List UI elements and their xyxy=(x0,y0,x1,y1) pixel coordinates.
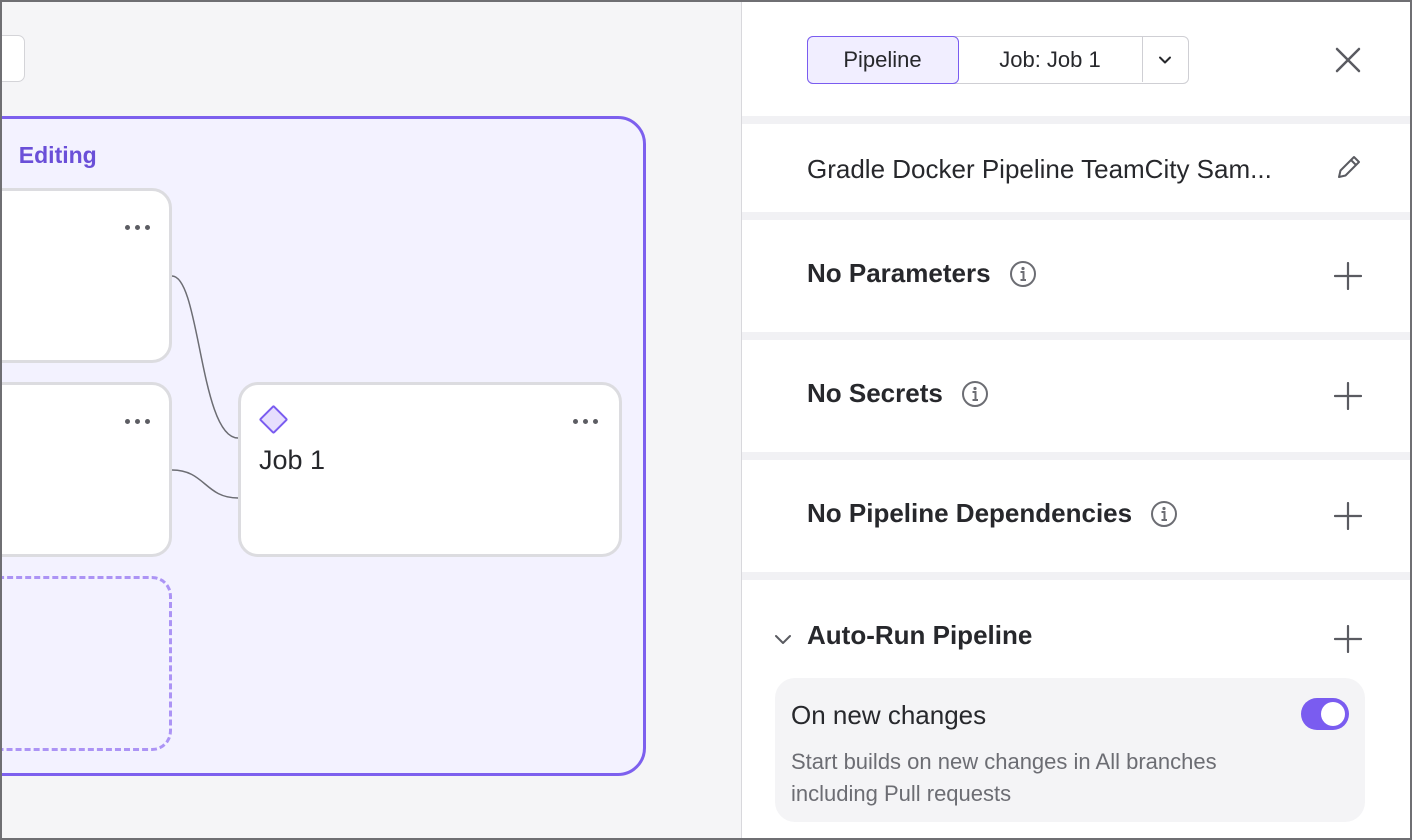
job-card[interactable] xyxy=(0,188,172,363)
close-icon[interactable] xyxy=(1334,46,1362,74)
dependencies-label: No Pipeline Dependencies xyxy=(807,498,1133,528)
add-dependency-icon[interactable] xyxy=(1334,502,1362,530)
info-icon[interactable] xyxy=(1150,500,1178,528)
panel-tabs: Pipeline Job: Job 1 xyxy=(806,35,1189,84)
tab-job[interactable]: Job: Job 1 xyxy=(959,37,1143,82)
job-diamond-icon xyxy=(258,404,289,435)
trigger-title: On new changes xyxy=(791,700,987,730)
job-card-job1[interactable]: Job 1 xyxy=(238,382,622,557)
toggle-knob xyxy=(1321,702,1345,726)
info-icon[interactable] xyxy=(1009,260,1037,288)
add-job-placeholder[interactable] xyxy=(0,576,172,751)
dependencies-title: No Pipeline Dependencies xyxy=(807,498,1178,529)
pipeline-canvas: sEditing Job 1 xyxy=(0,0,741,840)
chevron-down-icon xyxy=(1159,56,1171,63)
secrets-label: No Secrets xyxy=(807,378,943,408)
secrets-title: No Secrets xyxy=(807,378,989,409)
chevron-down-icon[interactable] xyxy=(772,628,794,650)
pipeline-name-section: Gradle Docker Pipeline TeamCity Sam... xyxy=(742,124,1412,212)
tab-pipeline[interactable]: Pipeline xyxy=(806,35,959,84)
auto-run-section: Auto-Run Pipeline On new changes Start b… xyxy=(742,580,1412,840)
pencil-icon[interactable] xyxy=(1334,152,1364,182)
properties-panel: Pipeline Job: Job 1 Gradle Docker Pipeli… xyxy=(741,0,1412,840)
trigger-toggle[interactable] xyxy=(1301,698,1349,730)
add-secret-icon[interactable] xyxy=(1334,382,1362,410)
auto-run-title: Auto-Run Pipeline xyxy=(807,620,1033,650)
trigger-description: Start builds on new changes in All branc… xyxy=(791,749,1217,806)
job-card[interactable] xyxy=(0,382,172,557)
parameters-section: No Parameters xyxy=(742,220,1412,332)
more-icon[interactable] xyxy=(125,419,150,424)
add-parameter-icon[interactable] xyxy=(1334,262,1362,290)
dependencies-section: No Pipeline Dependencies xyxy=(742,460,1412,572)
tab-more-dropdown[interactable] xyxy=(1143,37,1188,82)
parameters-title: No Parameters xyxy=(807,258,1037,289)
job-title: Job 1 xyxy=(259,445,326,475)
more-icon[interactable] xyxy=(573,419,598,424)
trigger-card[interactable]: On new changes Start builds on new chang… xyxy=(775,678,1365,822)
add-trigger-icon[interactable] xyxy=(1334,625,1362,653)
pipeline-name: Gradle Docker Pipeline TeamCity Sam... xyxy=(807,154,1272,184)
info-icon[interactable] xyxy=(961,380,989,408)
panel-header: Pipeline Job: Job 1 xyxy=(742,0,1412,116)
parameters-label: No Parameters xyxy=(807,258,991,288)
secrets-section: No Secrets xyxy=(742,340,1412,452)
more-icon[interactable] xyxy=(125,225,150,230)
